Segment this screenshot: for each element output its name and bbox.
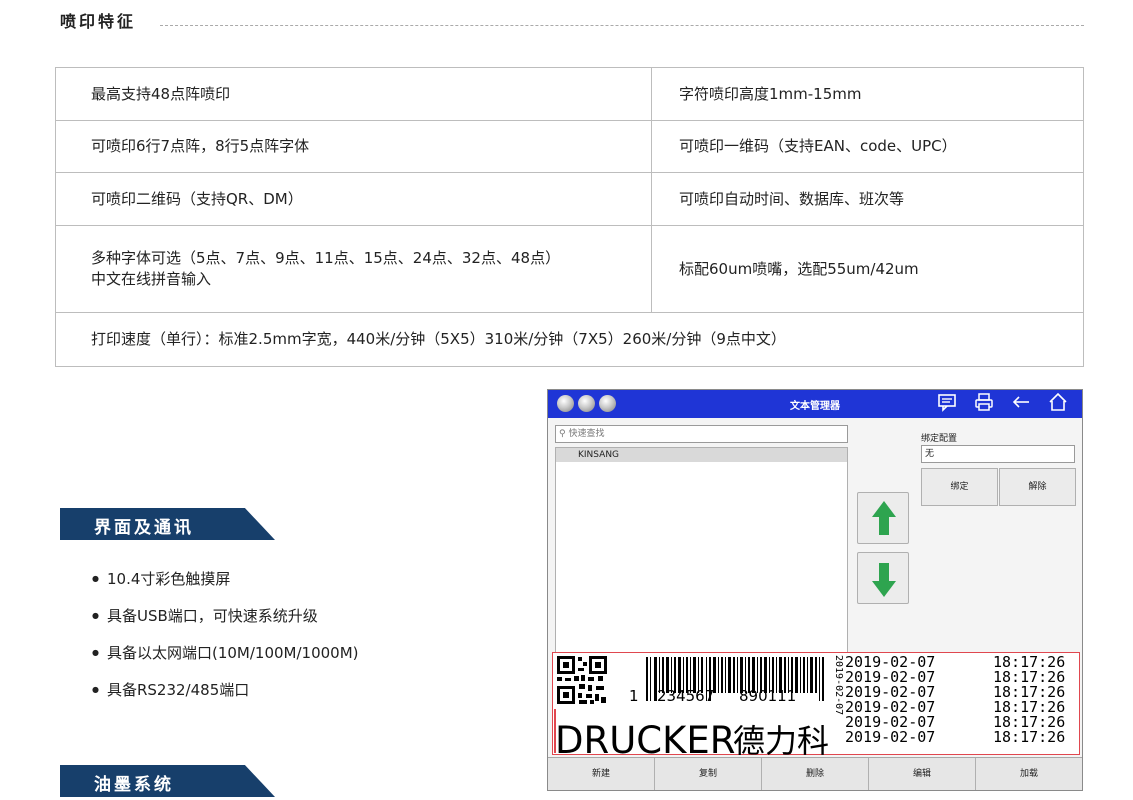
table-row: 可喷印二维码（支持QR、DM） 可喷印自动时间、数据库、班次等 xyxy=(55,172,1084,226)
up-arrow-icon xyxy=(872,501,896,535)
heading-dashed-rule xyxy=(160,25,1084,26)
pinyin-input-text: 中文在线拼音输入 xyxy=(91,270,212,288)
search-placeholder: 快速查找 xyxy=(568,429,605,439)
interface-title: 界面及通讯 xyxy=(94,518,194,538)
date-line: 2019-02-07 xyxy=(845,728,935,746)
table-cell: 字符喷印高度1mm-15mm xyxy=(651,67,1084,121)
barcode-digits-right: 890111 xyxy=(739,687,796,705)
titlebar-icons xyxy=(931,392,1074,419)
list-item: 10.4寸彩色触摸屏 xyxy=(92,568,359,605)
back-arrow-icon[interactable] xyxy=(1005,392,1037,419)
home-icon[interactable] xyxy=(1042,392,1074,419)
list-item[interactable]: KINSANG xyxy=(556,448,847,462)
ink-title: 油墨系统 xyxy=(94,775,174,795)
interface-bullet-list: 10.4寸彩色触摸屏 具备USB端口，可快速系统升级 具备以太网端口(10M/1… xyxy=(92,568,359,716)
time-line: 18:17:26 xyxy=(993,728,1065,746)
move-down-button[interactable] xyxy=(857,552,909,604)
device-titlebar: 文本管理器 xyxy=(548,390,1082,418)
bottom-toolbar: 新建 复制 删除 编辑 加载 xyxy=(548,757,1082,790)
barcode-digit-left: 1 xyxy=(629,687,639,705)
table-cell: 可喷印二维码（支持QR、DM） xyxy=(55,172,652,226)
search-input[interactable]: ⚲ 快速查找 xyxy=(555,425,848,443)
table-row: 可喷印6行7点阵，8行5点阵字体 可喷印一维码（支持EAN、code、UPC） xyxy=(55,120,1084,173)
down-arrow-icon xyxy=(872,563,896,597)
list-item: 具备USB端口，可快速系统升级 xyxy=(92,605,359,642)
print-preview: 1 234567 890111 2019-02-07 2019-02-07 20… xyxy=(552,652,1080,762)
new-button[interactable]: 新建 xyxy=(548,758,655,790)
barcode-digits-mid: 234567 xyxy=(657,687,714,705)
printer-icon[interactable] xyxy=(968,392,1000,419)
table-cell: 标配60um喷嘴，选配55um/42um xyxy=(651,225,1084,313)
interface-banner: 界面及通讯 xyxy=(60,508,275,540)
table-cell: 多种字体可选（5点、7点、9点、11点、15点、24点、32点、48点） 中文在… xyxy=(55,225,652,313)
edit-button[interactable]: 编辑 xyxy=(869,758,976,790)
vertical-date-text: 2019-02-07 xyxy=(833,655,844,715)
search-icon: ⚲ xyxy=(559,429,566,439)
feature-table: 最高支持48点阵喷印 字符喷印高度1mm-15mm 可喷印6行7点阵，8行5点阵… xyxy=(55,67,1084,367)
section-title: 喷印特征 xyxy=(60,8,143,32)
list-item: 具备RS232/485端口 xyxy=(92,679,359,716)
copy-button[interactable]: 复制 xyxy=(655,758,762,790)
cn-brand-text: 德力科 xyxy=(733,722,829,756)
delete-button[interactable]: 删除 xyxy=(762,758,869,790)
list-item: 具备以太网端口(10M/100M/1000M) xyxy=(92,642,359,679)
load-button[interactable]: 加载 xyxy=(976,758,1082,790)
message-icon[interactable] xyxy=(931,392,963,419)
table-row: 多种字体可选（5点、7点、9点、11点、15点、24点、32点、48点） 中文在… xyxy=(55,225,1084,313)
device-screenshot: 文本管理器 ⚲ 快速查找 KINSANG 绑定配置 无 绑定 解除 1 2345… xyxy=(547,389,1083,791)
section-heading: 喷印特征 xyxy=(60,8,1084,32)
bind-config-label: 绑定配置 xyxy=(921,434,958,444)
bind-config-field[interactable]: 无 xyxy=(921,445,1075,463)
table-cell-speed: 打印速度（单行）：标准2.5mm字宽，440米/分钟（5X5）310米/分钟（7… xyxy=(55,312,1084,367)
qr-code-icon xyxy=(557,656,607,704)
brand-text: DRUCKER xyxy=(555,719,735,756)
table-row: 最高支持48点阵喷印 字符喷印高度1mm-15mm xyxy=(55,67,1084,121)
ink-banner: 油墨系统 xyxy=(60,765,275,797)
bind-button[interactable]: 绑定 xyxy=(921,468,998,506)
table-cell: 可喷印自动时间、数据库、班次等 xyxy=(651,172,1084,226)
font-options-text: 多种字体可选（5点、7点、9点、11点、15点、24点、32点、48点） xyxy=(91,249,561,267)
table-cell: 可喷印一维码（支持EAN、code、UPC） xyxy=(651,120,1084,173)
table-row: 打印速度（单行）：标准2.5mm字宽，440米/分钟（5X5）310米/分钟（7… xyxy=(55,312,1084,367)
table-cell: 可喷印6行7点阵，8行5点阵字体 xyxy=(55,120,652,173)
unbind-button[interactable]: 解除 xyxy=(999,468,1076,506)
move-up-button[interactable] xyxy=(857,492,909,544)
table-cell: 最高支持48点阵喷印 xyxy=(55,67,652,121)
